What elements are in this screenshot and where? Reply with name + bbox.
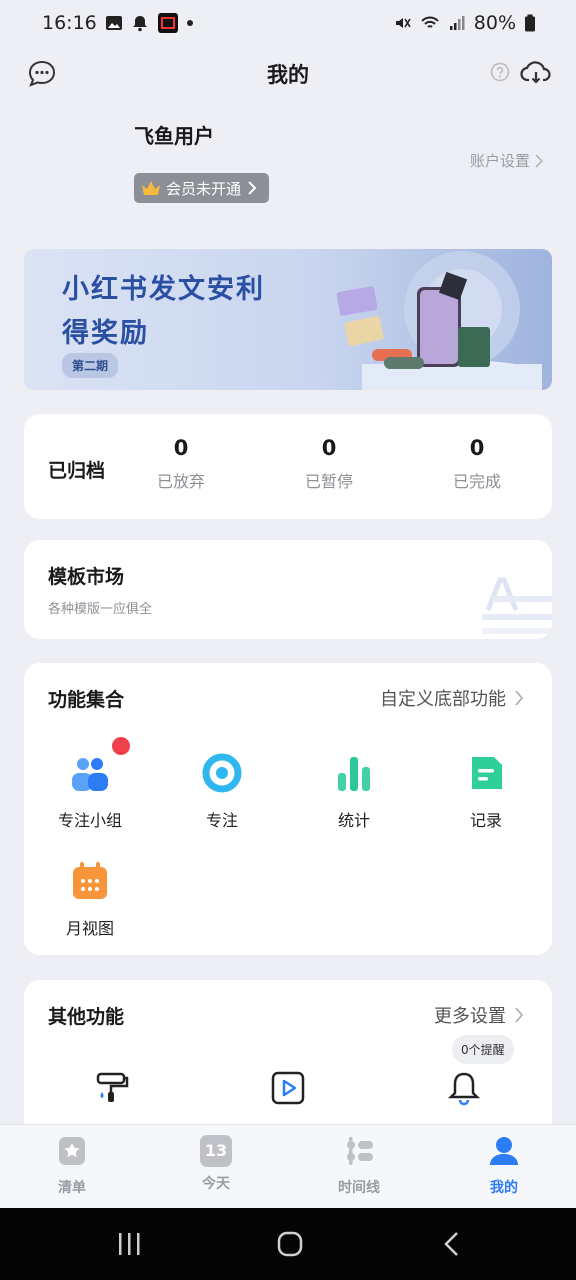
banner-headline-line1: 小红书发文安利 — [62, 274, 265, 305]
chevron-right-icon — [248, 181, 257, 195]
function-label: 专注 — [205, 811, 238, 830]
cloud-sync-icon[interactable] — [520, 58, 552, 86]
status-bar: 16:16 80% — [0, 0, 576, 46]
notification-bell-icon — [132, 16, 147, 32]
reminder-badge: 0个提醒 — [452, 1035, 514, 1064]
chevron-right-icon — [515, 1007, 524, 1023]
function-label: 记录 — [469, 811, 502, 830]
person-icon — [490, 1137, 518, 1165]
bell-icon[interactable] — [446, 1070, 482, 1106]
abandoned-stat[interactable]: 0 已放弃 — [131, 436, 231, 492]
play-icon[interactable] — [270, 1070, 306, 1106]
home-icon[interactable] — [276, 1230, 304, 1258]
mute-icon — [395, 18, 411, 28]
function-label: 专注小组 — [57, 811, 122, 830]
more-notifications-dot — [186, 20, 193, 26]
vip-status-label: 会员未开通 — [166, 179, 242, 198]
battery-percent: 80% — [473, 12, 516, 34]
template-decoration-icon — [482, 577, 552, 634]
page-header: 我的 — [0, 46, 576, 102]
customize-bottom-label: 自定义底部功能 — [380, 689, 506, 710]
tab-label: 我的 — [490, 1180, 518, 1196]
vip-status-button[interactable]: 会员未开通 — [134, 173, 270, 203]
functions-card: 功能集合 自定义底部功能 专注小组 专注 统计 记录 月视图 — [24, 663, 552, 955]
tab-today[interactable]: 13 今天 — [166, 1135, 266, 1193]
stat-value: 0 — [469, 436, 485, 460]
tab-list[interactable]: 清单 — [22, 1135, 122, 1197]
app-notification-icon — [157, 13, 178, 33]
more-settings-label: 更多设置 — [434, 1006, 506, 1027]
template-market-title: 模板市场 — [48, 566, 125, 588]
function-focus-group[interactable]: 专注小组 — [35, 737, 145, 831]
other-functions-title: 其他功能 — [48, 1006, 125, 1028]
signal-icon — [449, 16, 465, 30]
chat-bubble-icon[interactable] — [26, 58, 58, 90]
archive-card: 已归档 0 已放弃 0 已暂停 0 已完成 — [24, 414, 552, 519]
tab-label: 时间线 — [338, 1180, 380, 1196]
stat-label: 已放弃 — [156, 472, 205, 491]
function-record[interactable]: 记录 — [431, 751, 541, 831]
timeline-icon — [347, 1137, 373, 1165]
customize-bottom-link[interactable]: 自定义底部功能 — [380, 685, 524, 711]
stat-value: 0 — [173, 436, 189, 460]
group-icon — [72, 758, 108, 791]
battery-icon — [525, 14, 535, 32]
star-doc-icon — [59, 1137, 85, 1165]
account-settings-link[interactable]: 账户设置 — [470, 150, 544, 171]
function-label: 统计 — [337, 811, 370, 830]
page-title: 我的 — [267, 63, 309, 87]
status-time: 16:16 — [42, 12, 97, 34]
completed-stat[interactable]: 0 已完成 — [427, 436, 527, 492]
tab-label: 清单 — [58, 1180, 86, 1196]
tab-label: 今天 — [202, 1176, 230, 1192]
tab-mine[interactable]: 我的 — [454, 1135, 554, 1197]
record-icon — [472, 757, 502, 789]
chevron-right-icon — [515, 690, 524, 706]
template-market-card[interactable]: 模板市场 各种模版一应俱全 — [24, 540, 552, 639]
focus-icon — [202, 753, 242, 793]
banner-headline-line2: 得奖励 — [62, 318, 149, 349]
profile-section: 飞鱼用户 会员未开通 账户设置 — [0, 102, 576, 230]
account-settings-label: 账户设置 — [469, 152, 530, 170]
calendar-icon — [73, 862, 107, 899]
stats-icon — [338, 757, 370, 791]
recent-apps-icon[interactable] — [116, 1230, 142, 1258]
more-settings-link[interactable]: 更多设置 — [434, 1002, 524, 1028]
function-stats[interactable]: 统计 — [299, 751, 409, 831]
bottom-tab-bar: 清单 13 今天 时间线 我的 — [0, 1124, 576, 1208]
stat-label: 已完成 — [452, 472, 501, 491]
promo-banner[interactable]: 小红书发文安利 得奖励 第二期 — [24, 249, 552, 390]
other-functions-card: 其他功能 更多设置 0个提醒 — [24, 980, 552, 1140]
help-icon[interactable] — [490, 62, 510, 82]
banner-prize-illustration — [336, 251, 542, 390]
username: 飞鱼用户 — [134, 124, 214, 148]
tab-timeline[interactable]: 时间线 — [309, 1135, 409, 1197]
paused-stat[interactable]: 0 已暂停 — [279, 436, 379, 492]
chevron-right-icon — [535, 153, 544, 168]
function-label: 月视图 — [65, 919, 114, 938]
archive-label: 已归档 — [48, 460, 106, 482]
back-icon[interactable] — [440, 1230, 464, 1258]
functions-title: 功能集合 — [48, 689, 125, 711]
system-navigation-bar — [0, 1208, 576, 1280]
wifi-icon — [421, 16, 439, 28]
stat-label: 已暂停 — [304, 472, 353, 491]
banner-issue-badge: 第二期 — [62, 353, 119, 378]
stat-value: 0 — [321, 436, 337, 460]
template-market-subtitle: 各种模版一应俱全 — [48, 602, 153, 617]
crown-icon — [142, 181, 160, 195]
new-indicator-dot — [112, 737, 130, 755]
function-month-view[interactable]: 月视图 — [35, 859, 145, 939]
function-focus[interactable]: 专注 — [167, 751, 277, 831]
calendar-day-icon: 13 — [200, 1135, 232, 1167]
paint-roller-icon[interactable] — [94, 1070, 130, 1106]
gallery-icon — [105, 16, 122, 30]
